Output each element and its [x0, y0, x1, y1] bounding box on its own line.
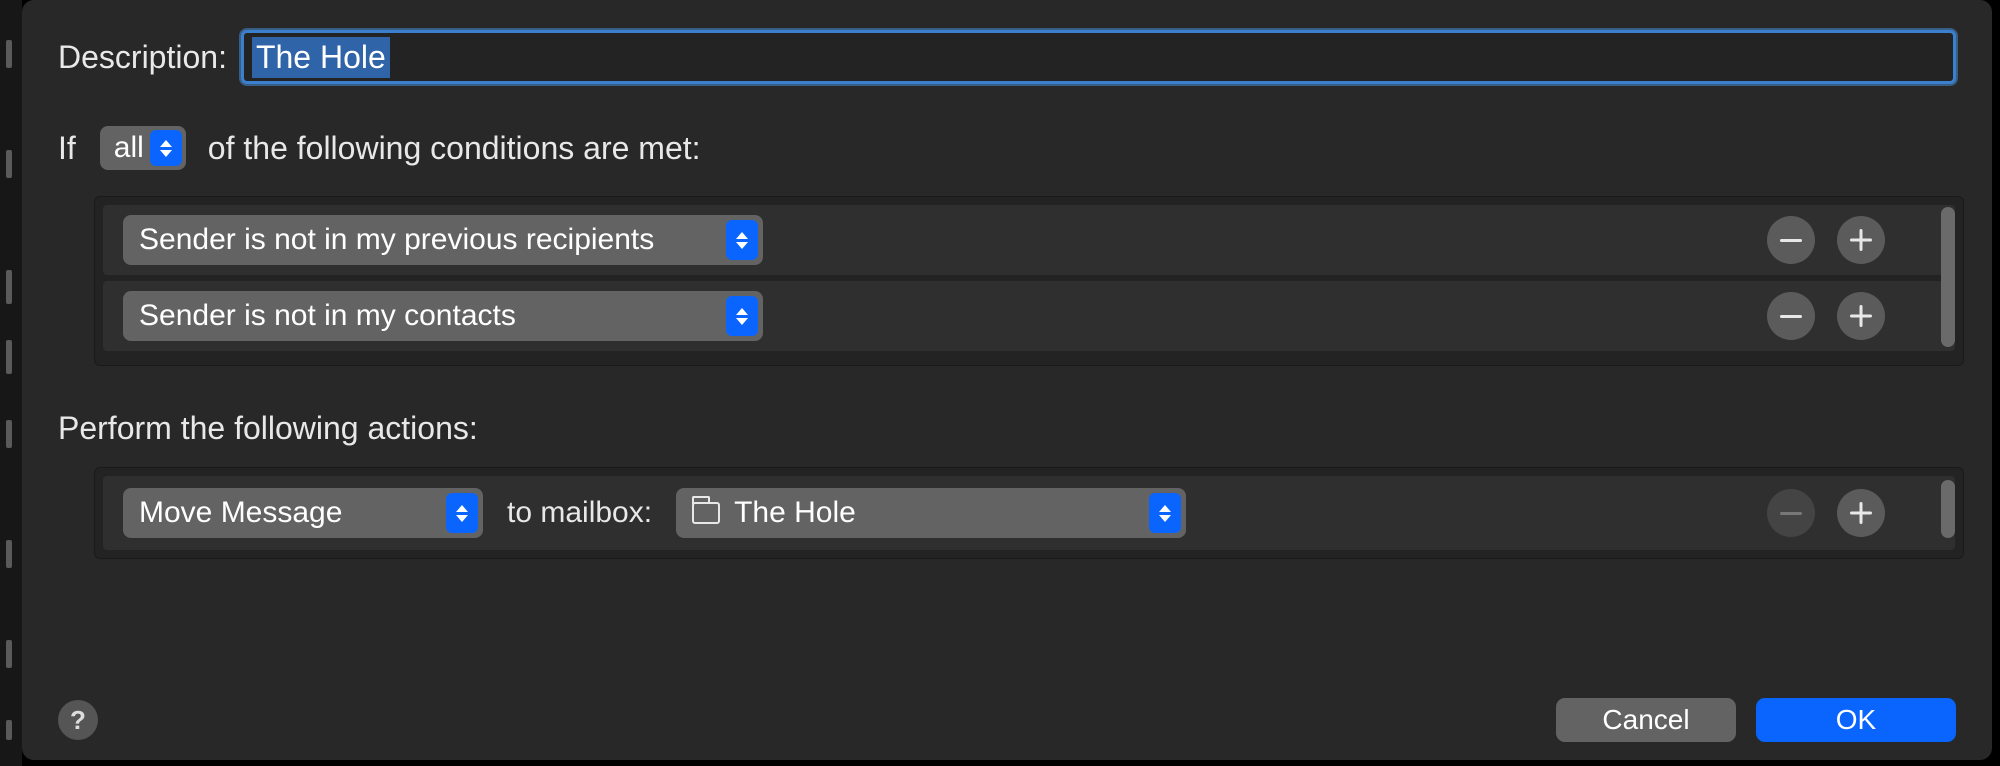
bottom-bar: ? Cancel OK: [58, 698, 1956, 742]
actions-list: Move Message to mailbox: The Hole: [94, 467, 1964, 559]
stepper-icon: [150, 130, 182, 166]
stepper-icon: [1149, 493, 1181, 533]
mailbox-select[interactable]: The Hole: [676, 488, 1186, 538]
description-row: Description: The Hole: [58, 30, 1956, 84]
remove-action-button: [1767, 489, 1815, 537]
if-suffix: of the following conditions are met:: [208, 130, 701, 167]
remove-condition-button[interactable]: [1767, 292, 1815, 340]
add-condition-button[interactable]: [1837, 216, 1885, 264]
mailbox-name: The Hole: [734, 496, 856, 530]
scrollbar-thumb[interactable]: [1941, 480, 1955, 538]
ok-button[interactable]: OK: [1756, 698, 1956, 742]
rule-editor-dialog: Description: The Hole If all of the foll…: [22, 0, 1992, 760]
condition-criterion-label: Sender is not in my contacts: [139, 299, 516, 333]
condition-criterion-label: Sender is not in my previous recipients: [139, 223, 654, 257]
actions-header: Perform the following actions:: [58, 410, 1956, 447]
conditions-list: Sender is not in my previous recipients …: [94, 196, 1964, 366]
add-action-button[interactable]: [1837, 489, 1885, 537]
cancel-button[interactable]: Cancel: [1556, 698, 1736, 742]
add-condition-button[interactable]: [1837, 292, 1885, 340]
description-label: Description:: [58, 39, 227, 76]
condition-criterion-select[interactable]: Sender is not in my contacts: [123, 291, 763, 341]
to-mailbox-label: to mailbox:: [507, 496, 652, 530]
folder-icon: [692, 502, 720, 524]
scrollbar-thumb[interactable]: [1941, 207, 1955, 347]
help-icon: ?: [70, 705, 86, 736]
left-gutter: [0, 0, 22, 766]
match-select[interactable]: all: [100, 126, 186, 170]
help-button[interactable]: ?: [58, 700, 98, 740]
action-type-label: Move Message: [139, 496, 342, 530]
description-input[interactable]: The Hole: [241, 30, 1956, 84]
if-row: If all of the following conditions are m…: [58, 126, 1956, 170]
condition-row: Sender is not in my contacts: [103, 281, 1955, 351]
stepper-icon: [726, 220, 758, 260]
remove-condition-button[interactable]: [1767, 216, 1815, 264]
description-value: The Hole: [252, 37, 390, 78]
if-prefix: If: [58, 130, 76, 167]
condition-criterion-select[interactable]: Sender is not in my previous recipients: [123, 215, 763, 265]
stepper-icon: [726, 296, 758, 336]
condition-row: Sender is not in my previous recipients: [103, 205, 1955, 275]
match-value: all: [114, 131, 144, 165]
action-row: Move Message to mailbox: The Hole: [103, 476, 1955, 550]
action-type-select[interactable]: Move Message: [123, 488, 483, 538]
stepper-icon: [446, 493, 478, 533]
